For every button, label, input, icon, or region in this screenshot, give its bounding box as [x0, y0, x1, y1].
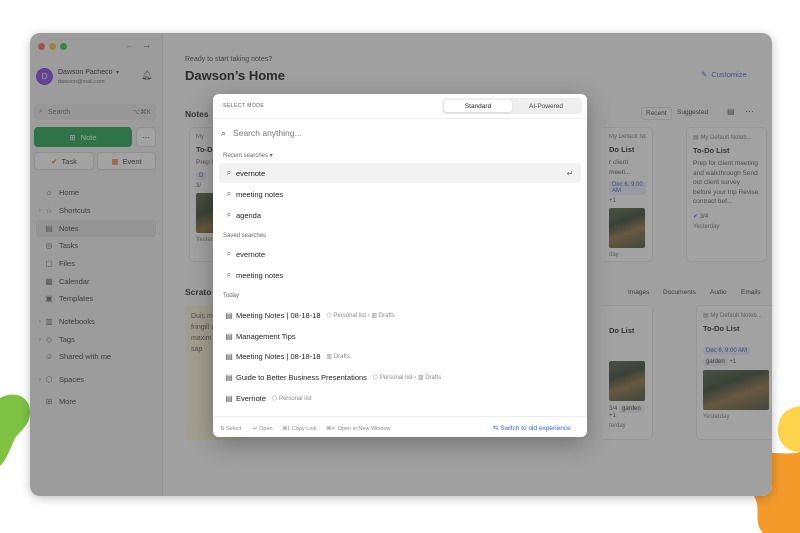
- note-icon: ▤: [225, 310, 233, 320]
- space-icon: ⬡: [326, 312, 332, 319]
- search-modal: SELECT MODE Standard AI-Powered ⌕ Search…: [213, 94, 587, 437]
- search-icon: ⌕: [221, 127, 227, 138]
- hint-open: ↵ Open: [253, 426, 273, 432]
- search-icon: ⌕: [226, 189, 232, 198]
- hint-select: ⇅ Select: [220, 426, 242, 432]
- note-icon: ▤: [225, 351, 233, 361]
- notebook-icon: ▥: [371, 312, 378, 319]
- enter-key-icon: ↵: [566, 168, 573, 178]
- result-item[interactable]: ▤ Management Tips: [219, 326, 581, 346]
- green-blob-decoration: [0, 394, 30, 466]
- note-icon: ▤: [225, 372, 233, 382]
- saved-search-item[interactable]: ⌕ meeting notes: [219, 265, 581, 285]
- notebook-icon: ▥: [417, 374, 424, 381]
- saved-search-item[interactable]: ⌕ evernote: [219, 244, 581, 264]
- switch-to-old-experience[interactable]: ⇆ Switch to old experience: [493, 424, 571, 432]
- select-mode-label: SELECT MODE: [223, 103, 265, 109]
- space-icon: ⬡: [372, 374, 379, 381]
- notebook-icon: ▥: [326, 353, 333, 360]
- today-label: Today: [223, 293, 240, 299]
- mode-ai-tab[interactable]: AI-Powered: [512, 100, 580, 112]
- search-icon: ⌕: [226, 270, 232, 279]
- search-icon: ⌕: [226, 210, 232, 219]
- recent-search-item[interactable]: ⌕ agenda: [219, 205, 581, 225]
- search-icon: ⌕: [226, 249, 232, 258]
- result-item[interactable]: ▤ Evernote ⬡ Personal list: [219, 388, 581, 408]
- result-location: ⬡ Personal list › ▥ Drafts: [326, 312, 395, 319]
- result-location: ▥ Drafts: [326, 353, 350, 360]
- result-location: ⬡ Personal list › ▥ Drafts: [372, 374, 442, 381]
- hint-copy-link: ⌘L Copy Link: [282, 426, 317, 432]
- modal-footer-fade: [213, 410, 587, 414]
- result-item[interactable]: ▤ Meeting Notes | 08-18-18 ▥ Drafts: [219, 346, 581, 366]
- search-anything-input[interactable]: ⌕ Search anything...: [221, 122, 579, 144]
- note-icon: ▤: [225, 393, 233, 403]
- saved-searches-label: Saved searches: [223, 233, 267, 239]
- divider: [213, 118, 587, 119]
- search-anything-placeholder: Search anything...: [233, 128, 302, 138]
- command-l-icon: ⌘L: [282, 426, 292, 432]
- note-icon: ▤: [225, 331, 233, 341]
- result-item[interactable]: ▤ Meeting Notes | 08-18-18 ⬡ Personal list…: [219, 305, 581, 325]
- search-icon: ⌕: [226, 168, 232, 177]
- command-enter-icon: ⌘↵: [326, 426, 338, 432]
- space-icon: ⬡: [272, 395, 278, 402]
- recent-search-item[interactable]: ⌕ meeting notes: [219, 184, 581, 204]
- result-item[interactable]: ▤ Guide to Better Business Presentations ⬡…: [219, 367, 581, 387]
- recent-search-item[interactable]: ⌕ evernote ↵: [219, 163, 581, 183]
- mode-toggle: Standard AI-Powered: [442, 98, 582, 114]
- mode-standard-tab[interactable]: Standard: [444, 100, 512, 112]
- yellow-blob-decoration: [778, 406, 800, 452]
- recent-searches-label: Recent searches ▾: [223, 153, 273, 159]
- hint-new-window: ⌘↵ Open in New Window: [326, 426, 391, 432]
- chevron-down-icon[interactable]: ▾: [270, 153, 273, 159]
- result-location: ⬡ Personal list: [272, 395, 312, 402]
